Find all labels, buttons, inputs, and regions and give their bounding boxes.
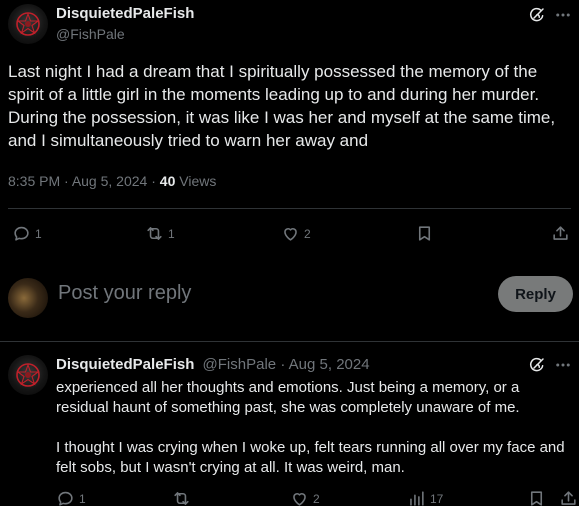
views-icon	[407, 489, 426, 506]
reply-count: 1	[35, 226, 42, 241]
reply-date[interactable]: Aug 5, 2024	[289, 356, 370, 373]
post-date[interactable]: Aug 5, 2024	[72, 173, 148, 189]
bookmark-action[interactable]	[415, 224, 434, 243]
post-meta: 8:35 PM · Aug 5, 2024 · 40 Views	[8, 173, 216, 189]
reply-author-name[interactable]: DisquietedPaleFish	[56, 356, 194, 373]
meta-separator: ·	[280, 356, 289, 373]
reply-author-avatar[interactable]	[8, 355, 48, 395]
views-count: 17	[430, 491, 444, 506]
share-icon	[559, 489, 578, 506]
reply-action[interactable]: 1	[56, 489, 86, 506]
grok-icon[interactable]	[528, 6, 546, 24]
post-time[interactable]: 8:35 PM	[8, 173, 60, 189]
like-count: 2	[313, 491, 320, 506]
author-name[interactable]: DisquietedPaleFish	[56, 5, 194, 22]
repost-count: 1	[168, 226, 175, 241]
bookmark-icon	[415, 224, 434, 243]
meta-separator: ·	[151, 173, 160, 189]
reply-header: DisquietedPaleFish @FishPale · Aug 5, 20…	[56, 356, 370, 373]
more-icon[interactable]	[554, 356, 572, 374]
reply-text-paragraph: experienced all her thoughts and emotion…	[56, 379, 520, 416]
like-action[interactable]: 2	[281, 224, 311, 243]
views-count: 40	[159, 173, 176, 189]
bookmark-action[interactable]	[527, 489, 546, 506]
share-action[interactable]	[551, 224, 570, 243]
repost-action[interactable]	[172, 489, 191, 506]
post-text: Last night I had a dream that I spiritua…	[8, 62, 556, 150]
reply-author-handle[interactable]: @FishPale	[203, 356, 277, 373]
views-action[interactable]: 17	[407, 489, 443, 506]
grok-icon[interactable]	[528, 356, 546, 374]
more-icon[interactable]	[554, 6, 572, 24]
like-icon	[281, 224, 300, 243]
author-avatar[interactable]	[8, 4, 48, 44]
author-handle[interactable]: @FishPale	[56, 26, 125, 42]
reply-text-paragraph: I thought I was crying when I woke up, f…	[56, 439, 565, 476]
like-action[interactable]: 2	[290, 489, 320, 506]
share-icon	[551, 224, 570, 243]
views-label: Views	[179, 173, 217, 189]
share-action[interactable]	[559, 489, 578, 506]
repost-action[interactable]: 1	[145, 224, 175, 243]
meta-separator: ·	[64, 173, 72, 189]
like-count: 2	[304, 226, 311, 241]
repost-icon	[172, 489, 191, 506]
bookmark-icon	[527, 489, 546, 506]
repost-icon	[145, 224, 164, 243]
reply-count: 1	[79, 491, 86, 506]
reply-input[interactable]	[58, 282, 458, 305]
divider	[0, 341, 579, 342]
reply-icon	[56, 489, 75, 506]
like-icon	[290, 489, 309, 506]
reply-icon	[12, 224, 31, 243]
reply-button[interactable]: Reply	[498, 276, 573, 312]
user-avatar	[8, 278, 48, 318]
reply-action[interactable]: 1	[12, 224, 42, 243]
divider	[8, 208, 571, 209]
